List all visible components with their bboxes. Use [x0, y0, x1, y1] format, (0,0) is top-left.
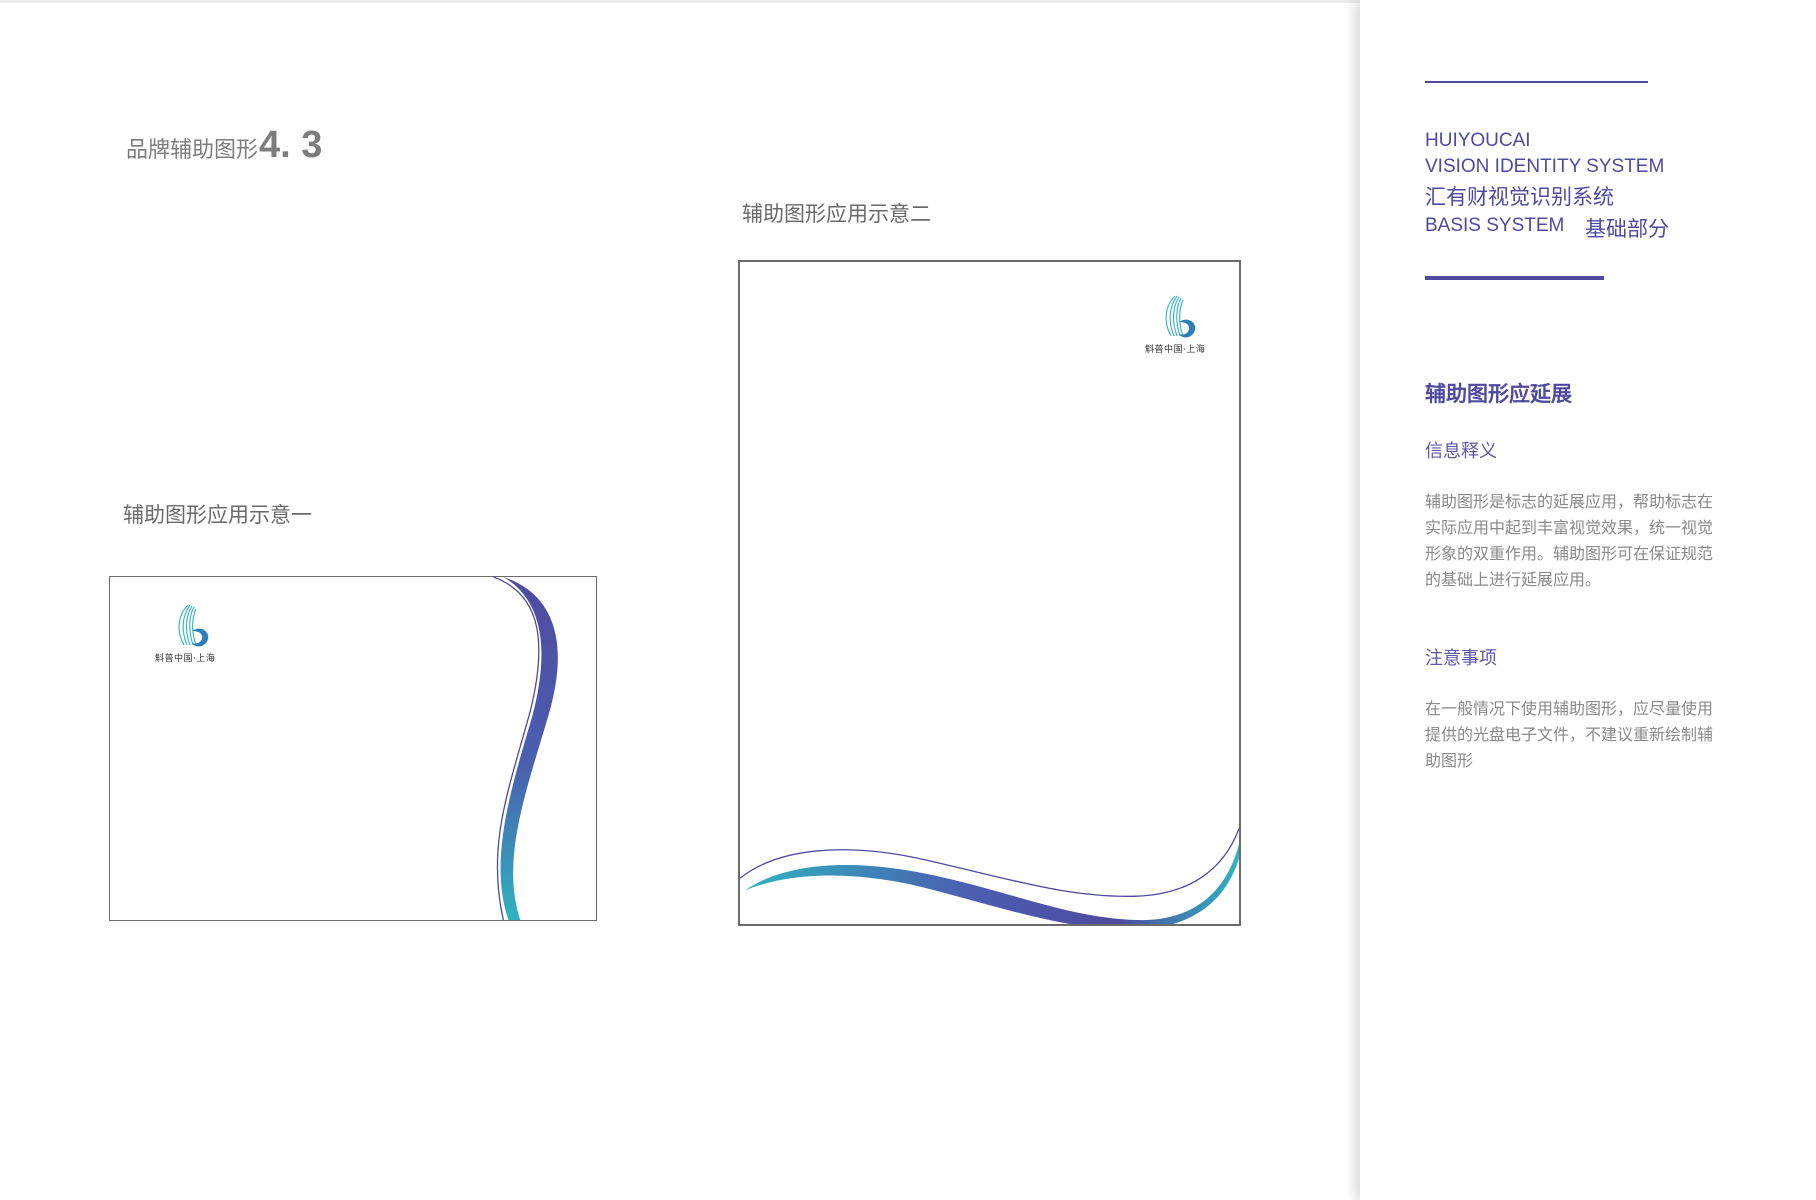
business-card-mockup: 斛普中国·上海: [109, 576, 597, 921]
shell-wave-logo-icon: [1165, 295, 1196, 338]
system-name-en: VISION IDENTITY SYSTEM: [1425, 156, 1665, 177]
basis-system-zh: 基础部分: [1585, 217, 1669, 241]
info-text: 辅助图形是标志的延展应用，帮助标志在实际应用中起到丰富视觉效果，统一视觉形象的双…: [1425, 492, 1714, 589]
page-title: 品牌辅助图形4. 3: [126, 124, 322, 167]
basis-system-en: BASIS SYSTEM: [1425, 215, 1565, 236]
right-sidebar: HUIYOUCAI VISION IDENTITY SYSTEM 汇有财视觉识别…: [1360, 0, 1816, 1200]
logo-text: 斛普中国·上海: [1145, 345, 1206, 355]
caption-example-one: 辅助图形应用示意一: [123, 503, 312, 527]
brand-logo: 斛普中国·上海: [1145, 292, 1205, 355]
brand-name-en: HUIYOUCAI: [1425, 130, 1531, 151]
caption-example-two: 辅助图形应用示意二: [742, 202, 931, 226]
notes-text: 在一般情况下使用辅助图形，应尽量使用提供的光盘电子文件，不建议重新绘制辅助图形: [1425, 699, 1714, 770]
divider-bottom: [1425, 276, 1604, 280]
logo-text: 斛普中国·上海: [155, 654, 216, 664]
left-page: 品牌辅助图形4. 3 辅助图形应用示意二 辅助图形应用示意一 斛普中国·上海 斛…: [0, 0, 1360, 1200]
system-name-zh: 汇有财视觉识别系统: [1425, 185, 1614, 209]
section-number: 4. 3: [259, 124, 323, 166]
divider-top: [1425, 81, 1648, 83]
brand-logo: 斛普中国·上海: [155, 601, 215, 664]
section-title: 辅助图形应延展: [1425, 382, 1572, 406]
shell-wave-logo-icon: [178, 604, 209, 647]
page-title-text: 品牌辅助图形: [126, 138, 259, 163]
notes-title: 注意事项: [1425, 648, 1497, 669]
horizontal-wave-graphic: [740, 828, 1239, 924]
letterhead-mockup: 斛普中国·上海: [738, 260, 1241, 926]
info-title: 信息释义: [1425, 441, 1497, 462]
